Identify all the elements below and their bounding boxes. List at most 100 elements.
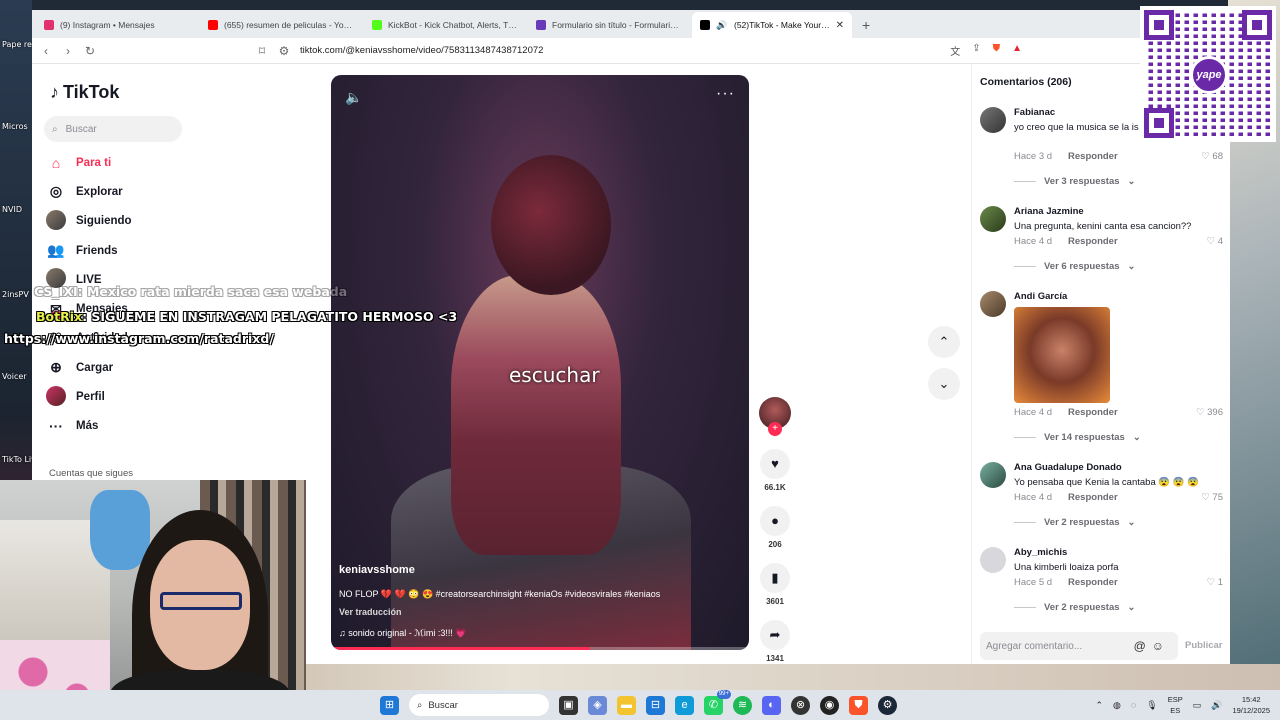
view-replies[interactable]: Ver 6 respuestas ⌄ xyxy=(1014,261,1136,272)
video-overlay-text: escuchar xyxy=(509,363,600,387)
view-replies[interactable]: Ver 2 respuestas ⌄ xyxy=(1014,602,1136,613)
desktop-icon-label[interactable]: Micros xyxy=(2,122,28,131)
clock[interactable]: 15:42 19/12/2025 xyxy=(1232,694,1270,716)
browser-tab-tiktok[interactable]: 🔊 (52)TikTok - Make Your Day ✕ xyxy=(692,12,852,38)
windows-start-icon[interactable]: ⊞ xyxy=(380,695,399,715)
comment-input[interactable]: Agregar comentario... @☺ xyxy=(980,632,1178,660)
desktop-icon-label[interactable]: NVID xyxy=(2,205,22,214)
desktop-icon-label[interactable]: 2insPV xyxy=(2,290,29,299)
copilot-icon[interactable]: ◈ xyxy=(588,695,607,715)
reply-button[interactable]: Responder xyxy=(1068,151,1118,162)
desktop-icon-label[interactable]: Voicer xyxy=(2,372,27,381)
tray-app-icon[interactable]: ◌ xyxy=(1131,700,1136,710)
reply-button[interactable]: Responder xyxy=(1068,236,1118,247)
obs-icon[interactable]: ◉ xyxy=(820,695,839,715)
reload-icon[interactable]: ↻ xyxy=(84,44,96,58)
comment-author[interactable]: Aby_michis xyxy=(1014,547,1067,558)
video-player[interactable]: escuchar 🔈 ··· keniavsshome NO FLOP 💔 💔 … xyxy=(331,75,749,650)
browser-tab-youtube[interactable]: (655) resumen de peliculas - YouTube xyxy=(200,12,362,38)
like-action[interactable]: ♥ 66.1K xyxy=(758,449,792,492)
comment-like[interactable]: ♡ 75 xyxy=(1201,492,1223,503)
comment-author[interactable]: Fabianac xyxy=(1014,107,1055,118)
share-action[interactable]: ➦ 1341 xyxy=(758,620,792,663)
sidebar-item-explorar[interactable]: ◎ Explorar xyxy=(46,177,132,206)
back-icon[interactable]: ‹ xyxy=(40,44,52,58)
forward-icon[interactable]: › xyxy=(62,44,74,58)
previous-video-button[interactable]: ⌃ xyxy=(928,326,960,358)
reply-button[interactable]: Responder xyxy=(1068,407,1118,418)
avatar[interactable] xyxy=(980,462,1006,488)
file-explorer-icon[interactable]: ▬ xyxy=(617,695,636,715)
comment-like[interactable]: ♡ 396 xyxy=(1196,407,1223,418)
follow-plus-icon[interactable]: + xyxy=(768,422,782,436)
network-icon[interactable]: ▭ xyxy=(1193,700,1202,711)
steam-icon[interactable]: ⚙ xyxy=(878,695,897,715)
comment-like[interactable]: ♡ 1 xyxy=(1207,577,1223,588)
creator-avatar[interactable]: + xyxy=(759,397,791,436)
browser-tab-forms[interactable]: Formulario sin título - Formularios de xyxy=(528,12,690,38)
view-replies[interactable]: Ver 3 respuestas ⌄ xyxy=(1014,176,1136,187)
language-indicator[interactable]: ESP ES xyxy=(1168,694,1183,716)
view-replies[interactable]: Ver 2 respuestas ⌄ xyxy=(1014,517,1136,528)
reply-button[interactable]: Responder xyxy=(1068,577,1118,588)
next-video-button[interactable]: ⌄ xyxy=(928,368,960,400)
sidebar-item-cargar[interactable]: ⊕ Cargar xyxy=(46,353,132,382)
taskbar-search[interactable]: ⌕ Buscar xyxy=(409,694,549,716)
translate-icon[interactable]: 文 xyxy=(950,43,960,58)
comment-author[interactable]: Ana Guadalupe Donado xyxy=(1014,462,1122,473)
url-field[interactable]: tiktok.com/@keniavsshome/video/758311348… xyxy=(300,45,543,56)
chevron-up-icon[interactable]: ⌃ xyxy=(1096,700,1104,711)
video-sound[interactable]: ♫ sonido original - ℳimi :3!!! 💗 xyxy=(339,628,467,639)
brave-icon[interactable]: ⛊ xyxy=(849,695,868,715)
browser-tab-kickbot[interactable]: KickBot - Kick Chatbot, Alerts, TTS, O xyxy=(364,12,526,38)
avatar[interactable] xyxy=(980,107,1006,133)
volume-icon[interactable]: 🔊 xyxy=(1211,700,1222,711)
tab-title: (9) Instagram • Mensajes xyxy=(60,20,155,30)
sidebar-item-para-ti[interactable]: ⌂ Para ti xyxy=(46,148,132,177)
comment-author[interactable]: Ariana Jazmine xyxy=(1014,206,1084,217)
whatsapp-icon[interactable]: ✆ 99+ xyxy=(704,689,731,715)
avatar[interactable] xyxy=(980,547,1006,573)
reply-button[interactable]: Responder xyxy=(1068,492,1118,503)
close-tab-icon[interactable]: ✕ xyxy=(836,20,844,31)
brave-shield-icon[interactable]: ⛊ xyxy=(993,43,1001,58)
browser-tab-instagram[interactable]: (9) Instagram • Mensajes xyxy=(36,12,198,38)
divider xyxy=(1014,266,1036,267)
sidebar-item-perfil[interactable]: Perfil xyxy=(46,382,132,411)
new-tab-button[interactable]: + xyxy=(854,12,878,38)
bookmark-icon[interactable]: ⌑ xyxy=(256,44,268,58)
avatar[interactable] xyxy=(980,291,1006,317)
tray-app-icon[interactable]: ◍ xyxy=(1113,700,1121,711)
microphone-icon[interactable]: 🎙 xyxy=(1146,700,1157,711)
comment-author[interactable]: Andi García xyxy=(1014,291,1067,302)
store-icon[interactable]: ⊟ xyxy=(646,695,665,715)
more-options-icon[interactable]: ··· xyxy=(716,85,735,103)
video-progress-bar[interactable] xyxy=(331,647,749,650)
edge-icon[interactable]: e xyxy=(675,695,694,715)
xbox-icon[interactable]: ⊗ xyxy=(791,695,810,715)
comment-like[interactable]: ♡ 4 xyxy=(1207,236,1223,247)
share-icon[interactable]: ⇪ xyxy=(972,43,980,58)
site-settings-icon[interactable]: ⚙ xyxy=(278,44,290,58)
tiktok-logo[interactable]: ♪ TikTok xyxy=(50,82,119,103)
video-username[interactable]: keniavsshome xyxy=(339,564,415,576)
spotify-icon[interactable]: ≋ xyxy=(733,695,752,715)
mention-emoji-icons[interactable]: @☺ xyxy=(1134,639,1170,653)
save-action[interactable]: ▮ 3601 xyxy=(758,563,792,606)
search-input[interactable]: ⌕ Buscar xyxy=(44,116,182,142)
translate-link[interactable]: Ver traducción xyxy=(339,607,402,617)
view-replies[interactable]: Ver 14 respuestas ⌄ xyxy=(1014,432,1141,443)
brave-rewards-icon[interactable]: ▲ xyxy=(1012,43,1022,58)
comment-like[interactable]: ♡ 68 xyxy=(1201,151,1223,162)
taskbar-search-label: Buscar xyxy=(428,699,458,711)
sidebar-item-siguiendo[interactable]: Siguiendo xyxy=(46,207,132,236)
sidebar-item-friends[interactable]: 👥 Friends xyxy=(46,236,132,265)
comment-image[interactable] xyxy=(1014,307,1110,403)
discord-icon[interactable]: ◐ xyxy=(762,695,781,715)
publish-button[interactable]: Publicar xyxy=(1185,640,1223,651)
comment-action[interactable]: ● 206 xyxy=(758,506,792,549)
avatar[interactable] xyxy=(980,206,1006,232)
task-view-icon[interactable]: ▣ xyxy=(559,695,578,715)
sidebar-item-mas[interactable]: ··· Más xyxy=(46,412,132,441)
volume-icon[interactable]: 🔈 xyxy=(345,89,362,106)
